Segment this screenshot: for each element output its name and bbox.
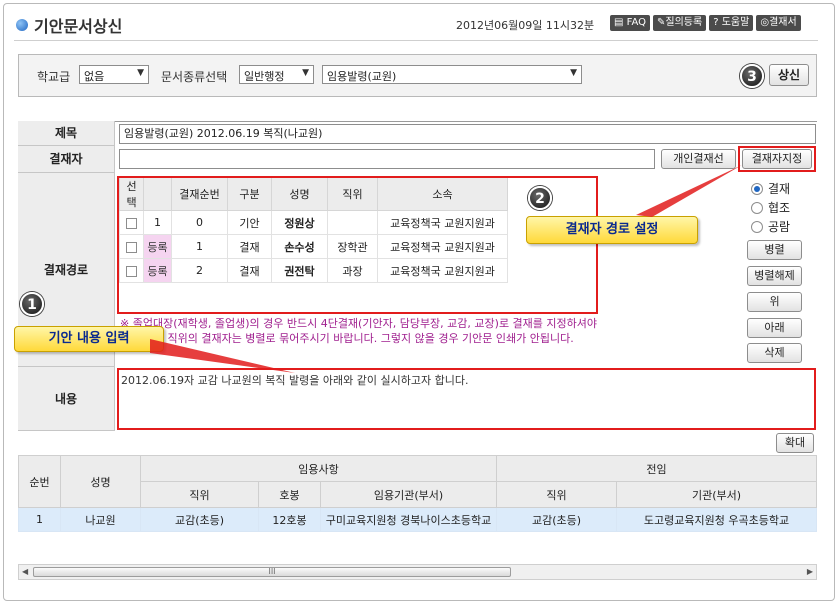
- approver-input[interactable]: [119, 149, 655, 169]
- expand-button[interactable]: 확대: [776, 433, 814, 453]
- grid-col-appoint-org: 임용기관(부서): [320, 481, 497, 508]
- page-title-text: 기안문서상신: [34, 17, 123, 36]
- doc-type-label: 문서종류선택: [161, 70, 228, 84]
- help-link[interactable]: ? 도움말: [709, 15, 754, 31]
- radio-approve[interactable]: 결재: [751, 180, 790, 197]
- title-label: 제목: [18, 121, 115, 146]
- appointment-grid: 순번 성명 임용사항 전임 직위 호봉 임용기관(부서) 직위 기관(부서) 1…: [18, 455, 817, 532]
- scroll-left-icon[interactable]: ◀: [22, 567, 28, 576]
- radio-unchecked-icon: [751, 201, 763, 214]
- callout-1-label: 기안 내용 입력: [14, 326, 164, 352]
- grid-col-step: 호봉: [258, 481, 321, 508]
- radio-unchecked-icon: [751, 220, 763, 233]
- chevron-down-icon: ▼: [302, 68, 309, 78]
- callout-1-pointer: [150, 339, 295, 373]
- submit-button[interactable]: 상신: [769, 64, 809, 86]
- scrollbar-thumb[interactable]: III: [33, 567, 511, 577]
- callout-1-pointer-shape: [150, 339, 295, 373]
- radio-checked-icon: [751, 182, 763, 195]
- current-datetime: 2012년06월09일 11시32분: [456, 19, 595, 32]
- content-label: 내용: [18, 367, 115, 431]
- inquiry-link[interactable]: ✎질의등록: [653, 15, 707, 31]
- delete-button[interactable]: 삭제: [747, 343, 802, 363]
- grid-col-position: 직위: [140, 481, 259, 508]
- school-level-label: 학교급: [37, 70, 71, 84]
- highlight-box-path: [117, 176, 598, 314]
- radio-cooperate[interactable]: 협조: [751, 199, 790, 216]
- page-title: 기안문서상신: [16, 13, 122, 37]
- title-bullet-icon: [16, 19, 28, 31]
- callout-2-pointer: [636, 165, 742, 217]
- top-links: ▤ FAQ ✎질의등록 ? 도움말 ◎결재서: [610, 15, 801, 31]
- grid-col-name: 성명: [60, 455, 141, 508]
- grid-group-prev: 전임: [496, 455, 817, 482]
- highlight-box-assign: [738, 146, 816, 172]
- header-divider: [14, 40, 818, 41]
- grid-col-prev-org: 기관(부서): [616, 481, 817, 508]
- title-input[interactable]: 임용발령(교원) 2012.06.19 복직(나교원): [119, 124, 816, 144]
- faq-link[interactable]: ▤ FAQ: [610, 15, 651, 31]
- parallel-release-button[interactable]: 병렬해제: [747, 266, 802, 286]
- grid-col-prev-position: 직위: [496, 481, 617, 508]
- move-up-button[interactable]: 위: [747, 292, 802, 312]
- approval-form: [18, 121, 817, 122]
- chevron-down-icon: ▼: [137, 68, 144, 78]
- school-level-select[interactable]: 없음 ▼: [79, 65, 149, 84]
- parallel-button[interactable]: 병렬: [747, 240, 802, 260]
- grid-group-appoint: 임용사항: [140, 455, 497, 482]
- callout-2-pointer-shape: [636, 165, 742, 217]
- radio-view[interactable]: 공람: [751, 218, 790, 235]
- scroll-right-icon[interactable]: ▶: [807, 567, 813, 576]
- horizontal-scrollbar[interactable]: ◀ III ▶: [18, 564, 817, 580]
- approval-doc-link[interactable]: ◎결재서: [756, 15, 801, 31]
- doc-type-select[interactable]: 일반행정 ▼: [239, 65, 314, 84]
- chevron-down-icon: ▼: [570, 68, 577, 78]
- approver-label: 결재자: [18, 146, 115, 173]
- table-row[interactable]: 1 나교원 교감(초등) 12호봉 구미교육지원청 경북나이스초등학교 교감(초…: [18, 507, 817, 532]
- callout-1-badge: 1: [20, 292, 44, 316]
- doc-type-selector-bar: 학교급 없음 ▼ 문서종류선택 일반행정 ▼ 임용발령(교원) ▼: [18, 54, 817, 97]
- callout-3-badge: 3: [740, 64, 764, 88]
- callout-2-label: 결재자 경로 설정: [526, 216, 698, 244]
- move-down-button[interactable]: 아래: [747, 318, 802, 338]
- callout-2-badge: 2: [528, 186, 552, 210]
- grid-col-seq: 순번: [18, 455, 61, 508]
- doc-subtype-select[interactable]: 임용발령(교원) ▼: [322, 65, 582, 84]
